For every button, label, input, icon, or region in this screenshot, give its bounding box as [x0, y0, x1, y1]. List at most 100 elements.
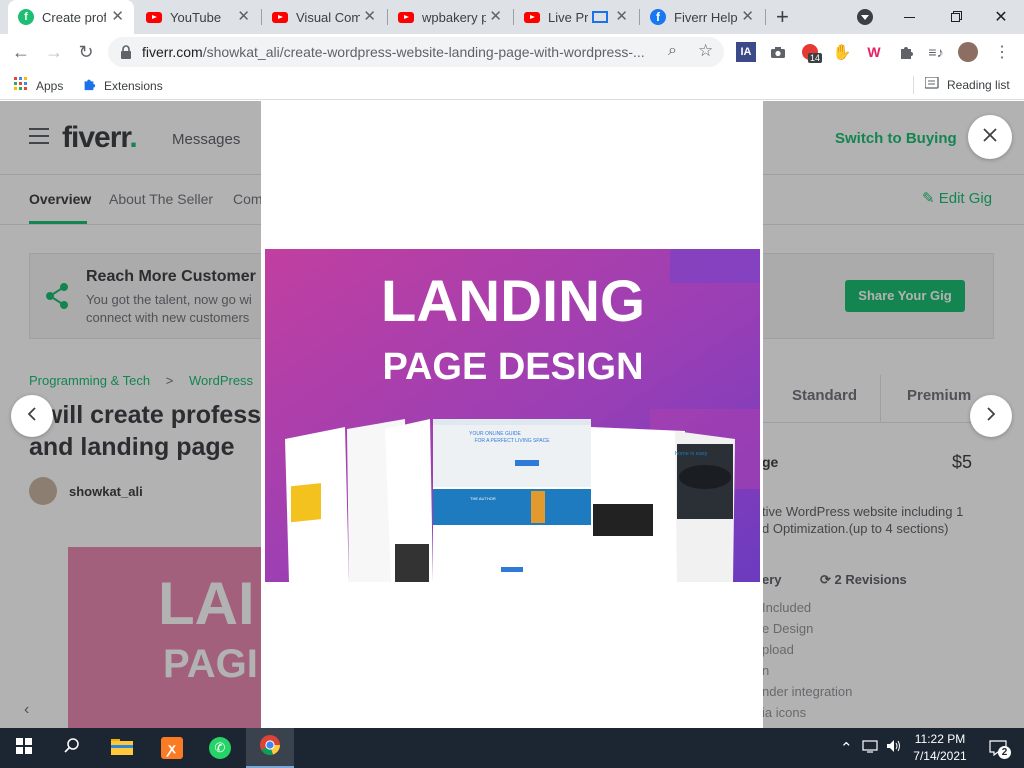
windows-logo-icon — [16, 737, 32, 759]
ia-extension-icon[interactable]: IA — [736, 42, 756, 62]
windows-taskbar: ꭗ ✆ ⌃ 11:22 PM 7/14/2021 2 — [0, 728, 1024, 768]
network-icon[interactable] — [862, 739, 878, 756]
reload-button[interactable]: ↻ — [72, 38, 100, 66]
hand-extension-icon[interactable]: ✋ — [832, 42, 852, 62]
chevron-down-icon — [857, 9, 873, 25]
url-host: fiverr.com — [142, 44, 203, 60]
cast-media-icon — [592, 11, 608, 23]
mockup-text: THE AUTHOR — [470, 496, 496, 501]
folder-icon — [111, 737, 133, 760]
tab-fiverr-create-profile[interactable]: f Create prof ✕ — [8, 0, 134, 34]
bookmark-star-icon[interactable]: ☆ — [698, 41, 713, 61]
close-tab-icon[interactable]: ✕ — [741, 9, 754, 25]
tab-title: Live Pro — [548, 9, 588, 25]
w-extension-icon[interactable]: W — [864, 42, 884, 62]
puzzle-icon — [82, 77, 96, 94]
system-clock[interactable]: 11:22 PM 7/14/2021 — [905, 731, 975, 765]
tab-title: Fiverr Help — [674, 9, 738, 25]
file-explorer-button[interactable] — [98, 728, 146, 768]
close-tab-icon[interactable]: ✕ — [489, 9, 502, 25]
xampp-button[interactable]: ꭗ — [148, 728, 196, 768]
chevron-up-icon[interactable]: ⌃ — [840, 739, 853, 757]
restore-icon — [950, 12, 960, 22]
address-bar[interactable]: fiverr.com/showkat_ali/create-wordpress-… — [108, 37, 724, 67]
mockup-text: home is easy — [675, 451, 708, 457]
bookmark-label: Extensions — [104, 78, 163, 93]
bookmark-label: Apps — [36, 78, 64, 93]
new-tab-button[interactable]: + — [776, 4, 789, 30]
fiverr-icon: f — [18, 9, 34, 25]
lightbox-close-button[interactable] — [968, 115, 1012, 159]
facebook-icon: f — [650, 9, 666, 25]
youtube-icon — [272, 9, 288, 25]
adblock-extension-icon[interactable]: 14 — [800, 42, 823, 63]
extension-badge: 14 — [808, 53, 823, 63]
puzzle-extensions-icon[interactable] — [896, 42, 916, 62]
kebab-menu-icon[interactable]: ⋮ — [992, 42, 1012, 62]
mockup-text: FOR A PERFECT LIVING SPACE — [474, 438, 550, 444]
tab-youtube[interactable]: YouTube ✕ — [136, 0, 260, 34]
close-icon: ✕ — [994, 9, 1008, 26]
search-icon — [64, 737, 80, 759]
close-window-button[interactable]: ✕ — [978, 0, 1024, 34]
back-button[interactable]: ← — [7, 38, 35, 66]
tab-live-pro[interactable]: Live Pro ✕ — [514, 0, 638, 34]
chevron-left-icon — [27, 406, 37, 427]
zoom-search-icon[interactable]: ⌕ — [668, 42, 677, 60]
arrow-left-icon: ← — [12, 41, 30, 62]
chrome-taskbar-button[interactable] — [246, 728, 294, 768]
tab-search-button[interactable] — [842, 0, 888, 34]
close-tab-icon[interactable]: ✕ — [363, 9, 376, 25]
reading-list-icon — [924, 76, 939, 92]
lock-icon — [120, 45, 132, 64]
close-tab-icon[interactable]: ✕ — [237, 9, 250, 25]
chrome-icon — [259, 734, 281, 761]
browser-toolbar: ← → ↻ fiverr.com/showkat_ali/create-word… — [0, 34, 1024, 70]
tab-visual-comp[interactable]: Visual Comp ✕ — [262, 0, 386, 34]
notification-center-button[interactable]: 2 — [978, 728, 1018, 768]
close-tab-icon[interactable]: ✕ — [111, 9, 124, 25]
camera-extension-icon[interactable] — [768, 42, 788, 62]
forward-button[interactable]: → — [40, 38, 68, 66]
minimize-icon — [903, 16, 915, 18]
reading-list-button[interactable]: Reading list — [924, 76, 1010, 92]
reload-icon: ↻ — [78, 41, 94, 62]
tab-title: YouTube — [170, 9, 222, 25]
tab-wpbakery[interactable]: wpbakery p ✕ — [388, 0, 512, 34]
bookmarks-divider — [913, 76, 914, 94]
media-control-icon[interactable]: ≡♪ — [926, 42, 946, 62]
mockup-text: YOUR ONLINE GUIDE — [469, 431, 521, 437]
clock-date: 7/14/2021 — [913, 749, 967, 763]
whatsapp-icon: ✆ — [209, 737, 231, 759]
youtube-icon — [398, 9, 414, 25]
bookmark-extensions[interactable]: Extensions — [82, 77, 163, 94]
minimize-button[interactable] — [886, 0, 932, 34]
profile-avatar[interactable] — [958, 42, 978, 62]
lightbox-prev-button[interactable] — [11, 395, 53, 437]
lightbox-modal: home is easy YOUR ONLINE GUIDE FOR A PER… — [261, 101, 763, 728]
apps-grid-icon — [14, 77, 28, 94]
youtube-icon — [146, 9, 162, 25]
bookmark-apps[interactable]: Apps — [14, 77, 63, 94]
tab-title: Create prof — [42, 9, 106, 25]
youtube-icon — [524, 9, 540, 25]
xampp-icon: ꭗ — [161, 737, 183, 759]
volume-icon[interactable] — [886, 739, 902, 756]
whatsapp-button[interactable]: ✆ — [196, 728, 244, 768]
notification-count: 2 — [998, 746, 1011, 759]
bookmark-label: Reading list — [947, 77, 1010, 92]
lightbox-image-subheading: PAGE DESIGN — [382, 346, 643, 388]
start-button[interactable] — [0, 728, 48, 768]
tab-fiverr-help[interactable]: f Fiverr Help ✕ — [640, 0, 764, 34]
tab-strip: f Create prof ✕ YouTube ✕ Visual Comp ✕ … — [0, 0, 1024, 34]
lightbox-next-button[interactable] — [970, 395, 1012, 437]
restore-button[interactable] — [932, 0, 978, 34]
notification-icon: 2 — [989, 740, 1011, 759]
tab-title: Visual Comp — [296, 9, 360, 25]
page-viewport: fiverr. Messages Switch to Buying Overvi… — [0, 101, 1024, 728]
url-text: fiverr.com/showkat_ali/create-wordpress-… — [142, 44, 662, 60]
lightbox-image: home is easy YOUR ONLINE GUIDE FOR A PER… — [265, 249, 760, 582]
search-button[interactable] — [48, 728, 96, 768]
close-tab-icon[interactable]: ✕ — [615, 9, 628, 25]
close-icon — [982, 127, 998, 148]
